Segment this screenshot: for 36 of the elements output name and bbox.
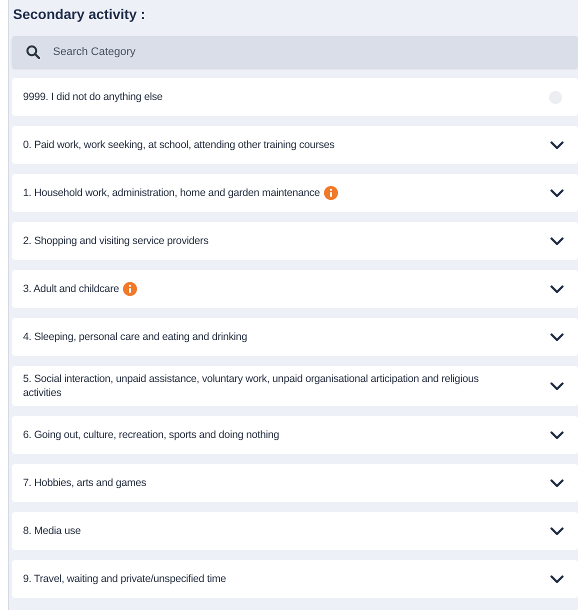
chevron-icon[interactable] [550,574,564,584]
category-label: 1. Household work, administration, home and garden maintenance [23,186,320,200]
category-row[interactable]: 0. Paid work, work seeking, at school, attending other training courses [12,126,578,164]
category-row[interactable]: 1. Household work, administration, home and garden maintenance [12,174,578,212]
option-label: 9999. I did not do anything else [23,90,163,104]
category-label: 4. Sleeping, personal care and eating and drinking [23,330,248,344]
category-label: 5. Social interaction, unpaid assistance, voluntary work, unpaid organisational articipation and religious activities [23,372,480,400]
category-label: 9. Travel, waiting and private/unspecified time [23,572,226,586]
category-label: 7. Hobbies, arts and games [23,476,146,490]
chevron-icon[interactable] [550,188,564,198]
category-row[interactable]: 7. Hobbies, arts and games [12,464,578,502]
section-title: Secondary activity : [12,5,146,24]
chevron-icon[interactable] [550,140,564,150]
category-label: 8. Media use [23,524,81,538]
info-icon[interactable] [324,186,338,200]
category-label: 3. Adult and childcare [23,282,120,296]
chevron-icon[interactable] [550,526,564,536]
chevron-icon[interactable] [550,236,564,246]
chevron-icon[interactable] [550,332,564,342]
category-row[interactable]: 4. Sleeping, personal care and eating and drinking [12,318,578,356]
category-row[interactable]: 3. Adult and childcare [12,270,578,308]
category-row[interactable]: 2. Shopping and visiting service providers [12,222,578,260]
category-row[interactable]: 6. Going out, culture, recreation, sports and doing nothing [12,416,578,454]
info-icon[interactable] [123,282,138,296]
category-label: 6. Going out, culture, recreation, sports and doing nothing [23,428,280,442]
category-label: 2. Shopping and visiting service providers [23,234,208,248]
search-field[interactable]: Search Category [12,36,578,68]
chevron-icon[interactable] [550,478,564,488]
category-label: 0. Paid work, work seeking, at school, attending other training courses [23,138,334,152]
chevron-icon[interactable] [550,430,564,440]
category-row[interactable]: 5. Social interaction, unpaid assistance, voluntary work, unpaid organisational articipation and religious activities [12,366,578,406]
category-row[interactable]: 8. Media use [12,512,578,550]
chevron-icon[interactable] [550,284,564,294]
chevron-icon[interactable] [550,382,564,390]
option-row[interactable]: 9999. I did not do anything else [12,78,578,116]
category-row[interactable]: 9. Travel, waiting and private/unspecified time [12,560,578,598]
